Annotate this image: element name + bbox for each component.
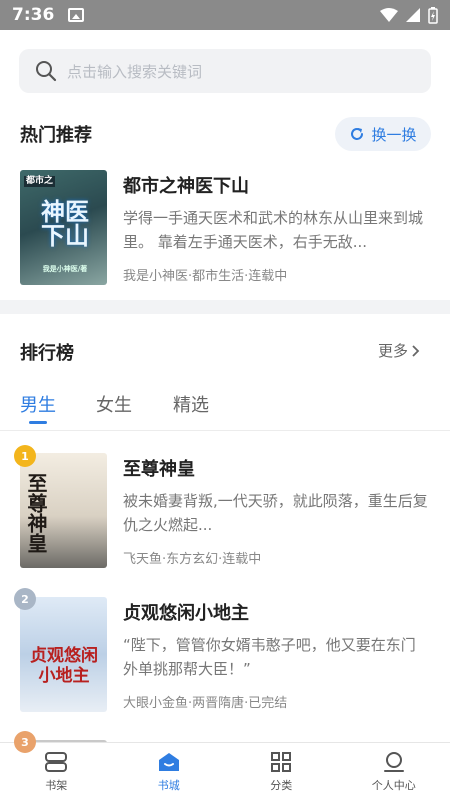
tab-male[interactable]: 男生 [20,391,56,417]
rank-book-title[interactable]: 贞观悠闲小地主 [123,599,249,625]
wifi-icon [380,8,398,22]
status-icons [380,6,438,24]
nav-bookstore[interactable]: 书城 [113,743,226,800]
rank-badge: 3 [14,731,36,753]
nav-label: 分类 [270,778,293,792]
refresh-button[interactable]: 换一换 [335,117,431,151]
rank-book-cover[interactable]: 贞观悠闲小地主 [20,597,107,712]
chevron-right-icon [412,344,420,357]
more-link[interactable]: 更多 [378,340,421,361]
hot-section-title: 热门推荐 [20,125,92,146]
more-label: 更多 [378,342,409,360]
nav-category[interactable]: 分类 [225,743,338,800]
bookshelf-icon [45,751,68,772]
category-icon [271,751,292,772]
search-input[interactable]: 点击输入搜索关键词 [19,49,431,93]
rank-book-cover[interactable]: 至尊神皇 [20,453,107,568]
cover-title-text: 贞观悠闲小地主 [30,646,98,686]
cover-author-text: 我是小神医/著 [42,265,88,273]
hot-book-meta: 我是小神医·都市生活·连载中 [123,269,288,284]
profile-icon [383,751,404,772]
tab-featured[interactable]: 精选 [173,391,209,417]
rank-book-title[interactable]: 至尊神皇 [123,455,195,481]
cover-title-text: 神医下山 [41,198,89,250]
search-placeholder: 点击输入搜索关键词 [67,62,203,81]
photo-notification-icon [68,8,85,22]
hot-book-cover[interactable]: 都市之 神医下山 我是小神医/著 [20,170,107,285]
active-tab-indicator [29,421,47,424]
hot-book-desc: 学得一手通天医术和武术的林东从山里来到城里。 靠着左手通天医术，右手无敌... [123,209,424,251]
cover-small-text: 都市之 [24,176,56,187]
tabs-divider [0,430,450,431]
rank-book-desc: 被未婚妻背叛,一代天骄，就此陨落，重生后复仇之火燃起... [123,492,428,534]
nav-label: 书架 [45,778,68,792]
ranking-section-title: 排行榜 [20,343,74,364]
cover-title-text: 至尊神皇 [24,473,48,553]
bottom-nav: 书架 书城 分类 个人中心 [0,742,450,800]
signal-icon [406,8,420,22]
status-time: 7:36 [12,5,55,25]
bookstore-icon [158,752,179,771]
battery-icon [428,6,438,24]
nav-label: 书城 [157,778,180,792]
nav-label: 个人中心 [371,778,416,792]
rank-badge: 1 [14,445,36,467]
nav-profile[interactable]: 个人中心 [338,743,450,800]
refresh-label: 换一换 [371,125,417,144]
rank-badge: 2 [14,588,36,610]
refresh-icon [351,128,364,140]
section-divider [0,300,450,314]
status-bar: 7:36 [0,0,450,30]
rank-book-meta: 飞天鱼·东方玄幻·连载中 [123,552,262,567]
nav-bookshelf[interactable]: 书架 [0,743,113,800]
rank-book-meta: 大眼小金鱼·两晋隋唐·已完结 [123,696,288,711]
hot-book-title[interactable]: 都市之神医下山 [123,172,249,198]
rank-book-desc: “陛下，管管你女婿韦憨子吧，他又要在东门外单挑那帮大臣！” [123,636,416,678]
tab-female[interactable]: 女生 [96,391,132,417]
search-icon [36,61,57,82]
